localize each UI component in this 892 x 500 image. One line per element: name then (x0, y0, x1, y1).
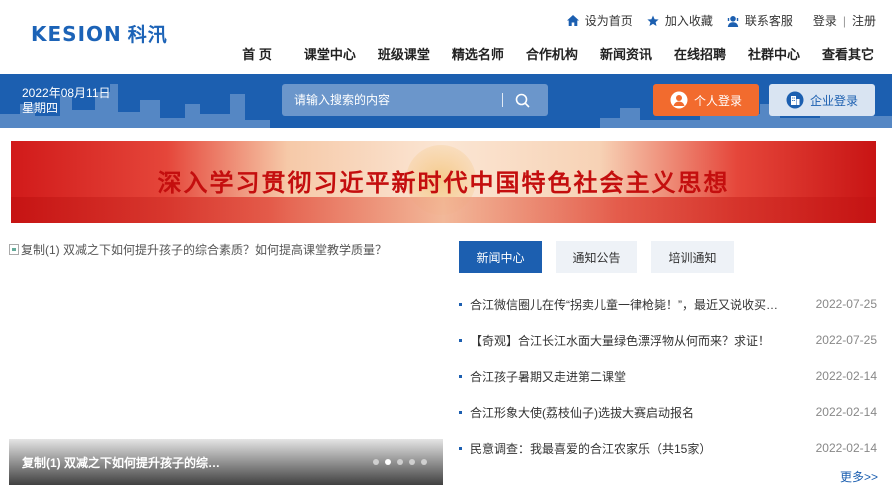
news-title[interactable]: 合江孩子暑期又走进第二课堂 (470, 368, 782, 385)
company-login-label: 企业登录 (809, 93, 858, 108)
search-divider (502, 93, 503, 107)
nav-class-courses[interactable]: 班级课堂 (378, 44, 430, 63)
slider-dot-1[interactable] (373, 459, 379, 465)
add-favorite-label: 加入收藏 (664, 14, 713, 28)
news-tabs: 新闻中心 通知公告 培训通知 (459, 241, 748, 273)
news-slider[interactable]: 复制(1) 双减之下如何提升孩子的综合素质？如何提高课堂教学质量？ 复制(1) … (9, 239, 443, 485)
date-display: 2022年08月11日 星期四 (22, 86, 111, 116)
news-date: 2022-07-25 (815, 333, 877, 347)
list-item[interactable]: 合江孩子暑期又走进第二课堂 2022-02-14 (459, 358, 877, 394)
contact-service-link[interactable]: 联系客服 (727, 12, 793, 29)
company-login-button[interactable]: 企业登录 (769, 84, 875, 116)
separator: | (842, 13, 846, 28)
login-register: 登录 | 注册 (813, 12, 876, 29)
list-item[interactable]: 合江形象大使(荔枝仙子)选拔大赛启动报名 2022-02-14 (459, 394, 877, 430)
star-icon (647, 15, 659, 26)
main-nav: 首 页 课堂中心 班级课堂 精选名师 合作机构 新闻资讯 在线招聘 社群中心 查… (242, 44, 874, 63)
nav-community[interactable]: 社群中心 (748, 44, 800, 63)
tab-announcements[interactable]: 通知公告 (556, 241, 637, 273)
logo[interactable]: KESION 科汛 (31, 20, 168, 47)
nav-news[interactable]: 新闻资讯 (600, 44, 652, 63)
search-bar-section: 2022年08月11日 星期四 个人登录 企业登录 (0, 74, 892, 128)
news-date: 2022-02-14 (815, 405, 877, 419)
list-item[interactable]: 合江微信圈儿在传“拐卖儿童一律枪毙！”，最近又说收买被拐卖儿童 2022-07-… (459, 286, 877, 322)
slide-caption-bar: 复制(1) 双减之下如何提升孩子的综合素质？如何提高课堂教学质量？ (9, 439, 443, 485)
banner-stripe-decoration (11, 197, 876, 223)
nav-more[interactable]: 查看其它 (822, 44, 874, 63)
slider-dot-5[interactable] (421, 459, 427, 465)
building-icon (786, 91, 804, 109)
personal-login-label: 个人登录 (693, 93, 742, 108)
slider-dot-4[interactable] (409, 459, 415, 465)
news-date: 2022-02-14 (815, 369, 877, 383)
person-icon (670, 91, 688, 109)
login-link[interactable]: 登录 (813, 12, 837, 29)
bullet-icon (459, 302, 462, 306)
bullet-icon (459, 338, 462, 342)
search-box (282, 84, 548, 116)
date-text: 2022年08月11日 (22, 86, 111, 100)
theme-banner[interactable]: 深入学习贯彻习近平新时代中国特色社会主义思想 (11, 141, 876, 223)
nav-partner-institutions[interactable]: 合作机构 (526, 44, 578, 63)
news-title[interactable]: 民意调查：我最喜爱的合江农家乐（共15家） (470, 440, 782, 457)
nav-classroom-center[interactable]: 课堂中心 (304, 44, 356, 63)
header: KESION 科汛 设为首页 加入收藏 联系客服 登录 | 注册 首 页 课堂中… (0, 0, 892, 74)
more-link[interactable]: 更多>> (840, 468, 878, 485)
register-link[interactable]: 注册 (852, 12, 876, 29)
bullet-icon (459, 374, 462, 378)
news-title[interactable]: 合江微信圈儿在传“拐卖儿童一律枪毙！”，最近又说收买被拐卖儿童 (470, 296, 782, 313)
list-item[interactable]: 民意调查：我最喜爱的合江农家乐（共15家） 2022-02-14 (459, 430, 877, 466)
home-icon (566, 15, 579, 26)
nav-featured-teachers[interactable]: 精选名师 (452, 44, 504, 63)
set-homepage-label: 设为首页 (584, 14, 633, 28)
news-date: 2022-02-14 (815, 441, 877, 455)
tab-training-notices[interactable]: 培训通知 (651, 241, 734, 273)
tab-news-center[interactable]: 新闻中心 (459, 241, 542, 273)
contact-service-label: 联系客服 (744, 14, 793, 28)
service-icon (727, 15, 739, 27)
set-homepage-link[interactable]: 设为首页 (566, 12, 633, 29)
list-item[interactable]: 【奇观】合江长江水面大量绿色漂浮物从何而来？求证！ 2022-07-25 (459, 322, 877, 358)
weekday-text: 星期四 (22, 101, 59, 115)
banner-slogan: 深入学习贯彻习近平新时代中国特色社会主义思想 (157, 168, 730, 197)
logo-text-en: KESION (31, 21, 122, 46)
personal-login-button[interactable]: 个人登录 (653, 84, 759, 116)
news-date: 2022-07-25 (815, 297, 877, 311)
bullet-icon (459, 446, 462, 450)
top-links: 设为首页 加入收藏 联系客服 登录 | 注册 (553, 12, 876, 29)
slider-dot-2[interactable] (385, 459, 391, 465)
search-icon[interactable] (515, 93, 530, 108)
news-title[interactable]: 【奇观】合江长江水面大量绿色漂浮物从何而来？求证！ (470, 332, 782, 349)
slider-dots (367, 459, 427, 465)
logo-text-cn: 科汛 (127, 25, 168, 46)
broken-image-icon (9, 244, 19, 255)
nav-home[interactable]: 首 页 (242, 44, 272, 63)
news-title[interactable]: 合江形象大使(荔枝仙子)选拔大赛启动报名 (470, 404, 782, 421)
slide-caption[interactable]: 复制(1) 双减之下如何提升孩子的综合素质？如何提高课堂教学质量？ (22, 454, 232, 471)
add-favorite-link[interactable]: 加入收藏 (647, 12, 713, 29)
slide-alt-text: 复制(1) 双减之下如何提升孩子的综合素质？如何提高课堂教学质量？ (21, 243, 388, 257)
slider-dot-3[interactable] (397, 459, 403, 465)
bullet-icon (459, 410, 462, 414)
news-list: 合江微信圈儿在传“拐卖儿童一律枪毙！”，最近又说收买被拐卖儿童 2022-07-… (459, 286, 877, 466)
search-input[interactable] (282, 93, 502, 107)
slide-broken-image[interactable]: 复制(1) 双减之下如何提升孩子的综合素质？如何提高课堂教学质量？ (9, 241, 387, 258)
nav-recruitment[interactable]: 在线招聘 (674, 44, 726, 63)
